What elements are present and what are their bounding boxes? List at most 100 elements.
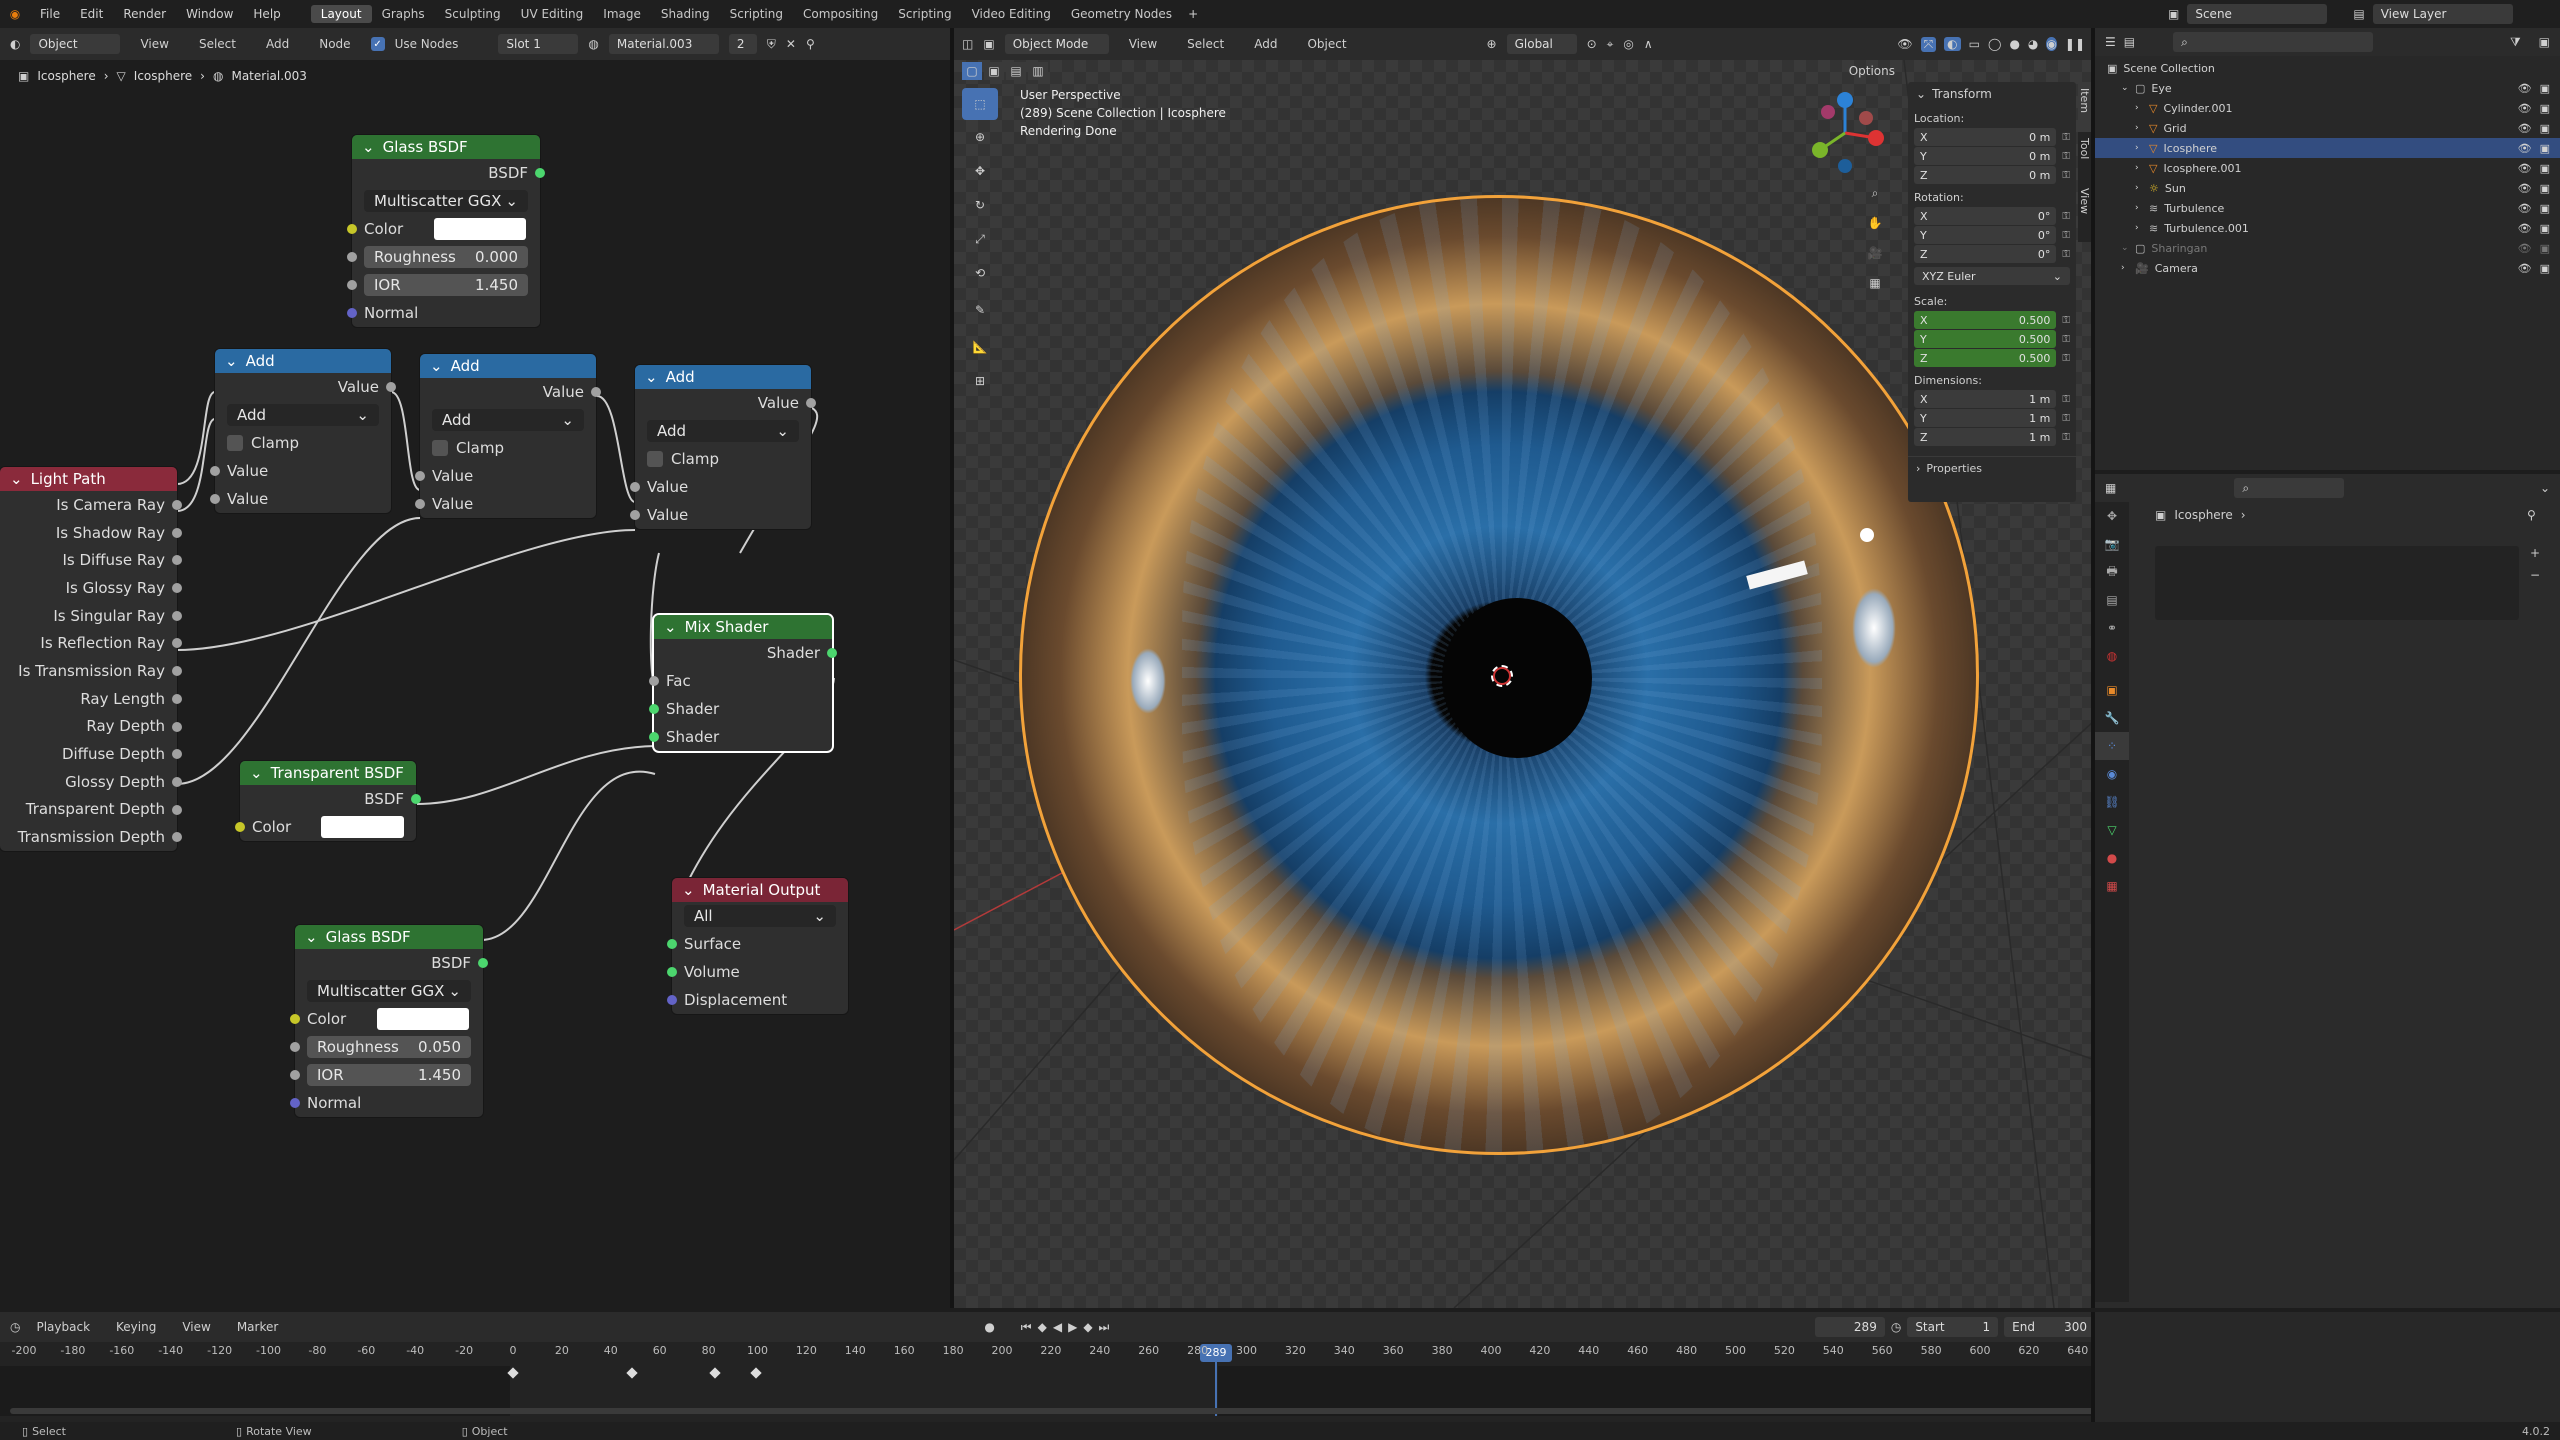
camera-render-icon[interactable]: ▣ — [2540, 222, 2550, 235]
rotate-tool-icon[interactable]: ↻ — [962, 188, 998, 222]
properties-options-icon[interactable]: ⌄ — [2540, 481, 2550, 495]
clock-icon[interactable]: ◷ — [1891, 1320, 1901, 1334]
vp-menu-select[interactable]: Select — [1177, 37, 1234, 51]
eye-icon[interactable]: 👁 — [2518, 142, 2532, 155]
input-socket[interactable] — [630, 482, 640, 492]
viewport-editor-icon[interactable]: ◫ — [962, 37, 973, 51]
transform-panel-header[interactable]: ⌄ Transform — [1908, 82, 2076, 106]
outliner[interactable]: ☰ ▤ ⌕ ⧩ ▣ ▣ Scene Collection ⌄ ▢ Eye 👁 ▣ › ▽ Cyl… — [2095, 28, 2560, 470]
outliner-row-eye[interactable]: ⌄ ▢ Eye 👁 ▣ — [2095, 78, 2560, 98]
scene-selector[interactable]: Scene — [2187, 4, 2328, 24]
outliner-search[interactable]: ⌕ — [2173, 32, 2374, 52]
location-x-field[interactable]: X 0 m ⚿ — [1914, 128, 2070, 146]
menu-render[interactable]: Render — [113, 7, 176, 21]
cursor-tool-icon[interactable]: ⊕ — [962, 120, 998, 154]
lock-icon[interactable]: ⚿ — [2062, 211, 2070, 222]
select-box-icon[interactable]: ▢ — [962, 62, 982, 80]
mix-shader-node-header[interactable]: ⌄ Mix Shader — [654, 615, 832, 639]
object-mode-icon[interactable]: ▣ — [983, 37, 994, 51]
output-socket[interactable] — [172, 583, 182, 594]
light-path-node-header[interactable]: ⌄ Light Path — [0, 467, 177, 491]
physics-tab-icon[interactable]: ◉ — [2095, 760, 2129, 788]
pin-icon[interactable]: ⚲ — [2527, 508, 2536, 522]
shading-rendered-icon[interactable]: ◉ — [2046, 37, 2057, 51]
transparent-bsdf-node-header[interactable]: ⌄ Transparent BSDF — [240, 761, 416, 785]
distribution-dropdown[interactable]: Multiscatter GGX ⌄ — [364, 190, 528, 212]
glass-bsdf-node[interactable]: ⌄ Glass BSDF BSDF Multiscatter GGX ⌄ Color Rou… — [347, 135, 545, 327]
outliner-row-camera[interactable]: › 🎥 Camera 👁 ▣ — [2095, 258, 2560, 278]
view-layer-icon[interactable]: ▤ — [2353, 7, 2364, 21]
glass-bsdf-node-header[interactable]: ⌄ Glass BSDF — [352, 135, 540, 159]
ior-input[interactable]: IOR 1.450 — [347, 271, 540, 299]
input-socket[interactable] — [667, 995, 677, 1005]
expand-arrow-icon[interactable]: › — [2135, 143, 2143, 153]
input-socket[interactable] — [290, 1014, 300, 1024]
outliner-row-icosphere[interactable]: › ▽ Icosphere 👁 ▣ — [2095, 138, 2560, 158]
expand-arrow-icon[interactable]: › — [2135, 163, 2143, 173]
end-frame-field[interactable]: End 300 — [2004, 1317, 2095, 1337]
collapse-chevron-icon[interactable]: ⌄ — [682, 881, 695, 899]
gizmo-icon[interactable]: ⤧ — [1920, 36, 1937, 52]
menu-edit[interactable]: Edit — [70, 7, 113, 21]
scale-x-field[interactable]: X 0.500 ⚿ — [1914, 311, 2070, 329]
view-layer-selector[interactable]: View Layer — [2372, 4, 2513, 24]
lock-icon[interactable]: ⚿ — [2062, 132, 2070, 143]
color-swatch[interactable] — [321, 816, 404, 838]
tool-tab-icon[interactable]: ✥ — [2095, 502, 2129, 530]
collapse-chevron-icon[interactable]: ⌄ — [305, 928, 318, 946]
expand-arrow-icon[interactable]: › — [2135, 183, 2143, 193]
next-key-icon[interactable]: ◆ — [1083, 1320, 1092, 1334]
menu-marker[interactable]: Marker — [227, 1320, 288, 1334]
orientation-icon[interactable]: ⊕ — [1487, 37, 1497, 51]
camera-render-icon[interactable]: ▣ — [2540, 142, 2550, 155]
output-tab-icon[interactable]: 🖶 — [2095, 558, 2129, 586]
clamp-checkbox[interactable] — [432, 440, 448, 456]
distribution-row[interactable]: Multiscatter GGX ⌄ — [352, 187, 540, 215]
jump-start-icon[interactable]: ⏮ — [1021, 1320, 1032, 1335]
current-frame-field[interactable]: 289 — [1815, 1317, 1885, 1337]
operation-row[interactable]: Add ⌄ — [635, 417, 811, 445]
dimensions-z-field[interactable]: Z 1 m ⚿ — [1914, 428, 2070, 446]
ior-input[interactable]: IOR 1.450 — [290, 1061, 483, 1089]
vp-menu-object[interactable]: Object — [1297, 37, 1356, 51]
distribution-row[interactable]: Multiscatter GGX ⌄ — [295, 977, 483, 1005]
select-tool-icon[interactable]: ⬚ — [962, 88, 998, 120]
node-editor[interactable]: ◐ Object View Select Add Node ✓ Use Node… — [0, 28, 954, 1308]
outliner-row-cylinder-001[interactable]: › ▽ Cylinder.001 👁 ▣ — [2095, 98, 2560, 118]
render-tab-icon[interactable]: 📷 — [2095, 530, 2129, 558]
input-socket[interactable] — [649, 732, 659, 742]
shading-material-icon[interactable]: ◕ — [2028, 37, 2038, 51]
blender-logo-icon[interactable]: ◉ — [0, 0, 30, 28]
vp-menu-add[interactable]: Add — [1244, 37, 1287, 51]
math-add-node[interactable]: ⌄ Add Value Add ⌄ Clamp Value Value — [630, 365, 816, 529]
menu-view[interactable]: View — [172, 1320, 220, 1334]
properties-editor[interactable]: ▦ ⌕ ⌄ ✥ 📷 🖶 ▤ ⚭ ◍ ▣ 🔧 ⁘ ◉ ⛓ ▽ ● ▦ ▣ Icos… — [2095, 474, 2560, 1308]
3d-viewport[interactable]: ◫ ▣ Object Mode View Select Add Object ⊕… — [954, 28, 2095, 1308]
input-socket[interactable] — [210, 466, 220, 476]
camera-render-icon[interactable]: ▣ — [2540, 122, 2550, 135]
add-workspace-icon[interactable]: + — [1188, 7, 1198, 21]
camera-render-icon[interactable]: ▣ — [2540, 202, 2550, 215]
rotation-mode-dropdown[interactable]: XYZ Euler ⌄ — [1914, 267, 2070, 285]
menu-help[interactable]: Help — [243, 7, 290, 21]
xray-icon[interactable]: ▭ — [1969, 37, 1980, 51]
input-socket[interactable] — [347, 224, 357, 234]
material-output-node[interactable]: ⌄ Material Output All ⌄ Surface Volume Displac… — [667, 878, 848, 1014]
clamp-checkbox[interactable] — [647, 451, 663, 467]
collapse-chevron-icon[interactable]: ⌄ — [645, 368, 658, 386]
mode-dropdown[interactable]: Object Mode — [1004, 34, 1109, 54]
tab-compositing[interactable]: Compositing — [793, 5, 888, 23]
rotation-x-field[interactable]: X 0° ⚿ — [1914, 207, 2070, 225]
tab-video-editing[interactable]: Video Editing — [962, 5, 1061, 23]
keyframe[interactable] — [626, 1367, 638, 1379]
playhead-line[interactable] — [1215, 1354, 1217, 1416]
menu-file[interactable]: File — [30, 7, 70, 21]
tab-scripting[interactable]: Scripting — [888, 5, 961, 23]
lock-icon[interactable]: ⚿ — [2062, 334, 2070, 345]
color-swatch[interactable] — [377, 1008, 469, 1030]
input-socket[interactable] — [290, 1042, 300, 1052]
distribution-dropdown[interactable]: Multiscatter GGX ⌄ — [307, 980, 471, 1002]
scene-collection-row[interactable]: ▣ Scene Collection — [2095, 58, 2560, 78]
lock-icon[interactable]: ⚿ — [2062, 315, 2070, 326]
lock-icon[interactable]: ⚿ — [2062, 394, 2070, 405]
